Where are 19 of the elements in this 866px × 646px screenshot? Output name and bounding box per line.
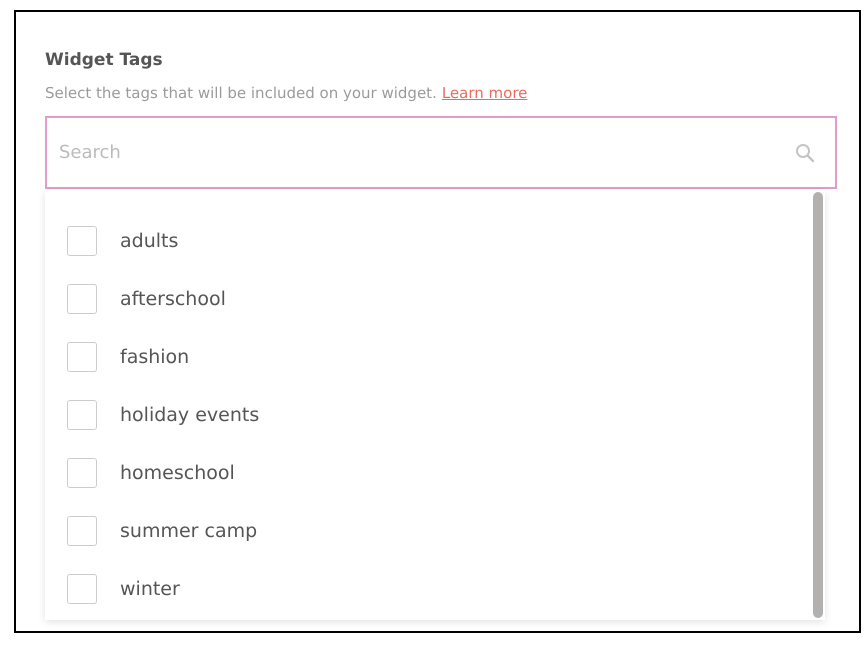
tag-label[interactable]: summer camp [120,520,258,542]
checkbox[interactable] [67,458,97,488]
tag-label[interactable]: homeschool [120,462,235,484]
checkbox[interactable] [67,284,97,314]
tag-label[interactable]: holiday events [120,404,260,426]
checkbox[interactable] [67,516,97,546]
tag-label[interactable]: fashion [120,346,190,368]
scrollbar[interactable] [813,192,823,618]
tag-label[interactable]: winter [120,578,180,600]
checkbox[interactable] [67,342,97,372]
search-icon [795,143,815,163]
checkbox[interactable] [67,574,97,604]
checkbox[interactable] [67,400,97,430]
tag-label[interactable]: afterschool [120,288,226,310]
search-field[interactable]: Search [45,116,837,189]
tag-label[interactable]: adults [120,230,178,252]
description-text: Select the tags that will be included on your widget. [45,84,437,102]
checkbox[interactable] [67,226,97,256]
section-title: Widget Tags [45,50,164,70]
